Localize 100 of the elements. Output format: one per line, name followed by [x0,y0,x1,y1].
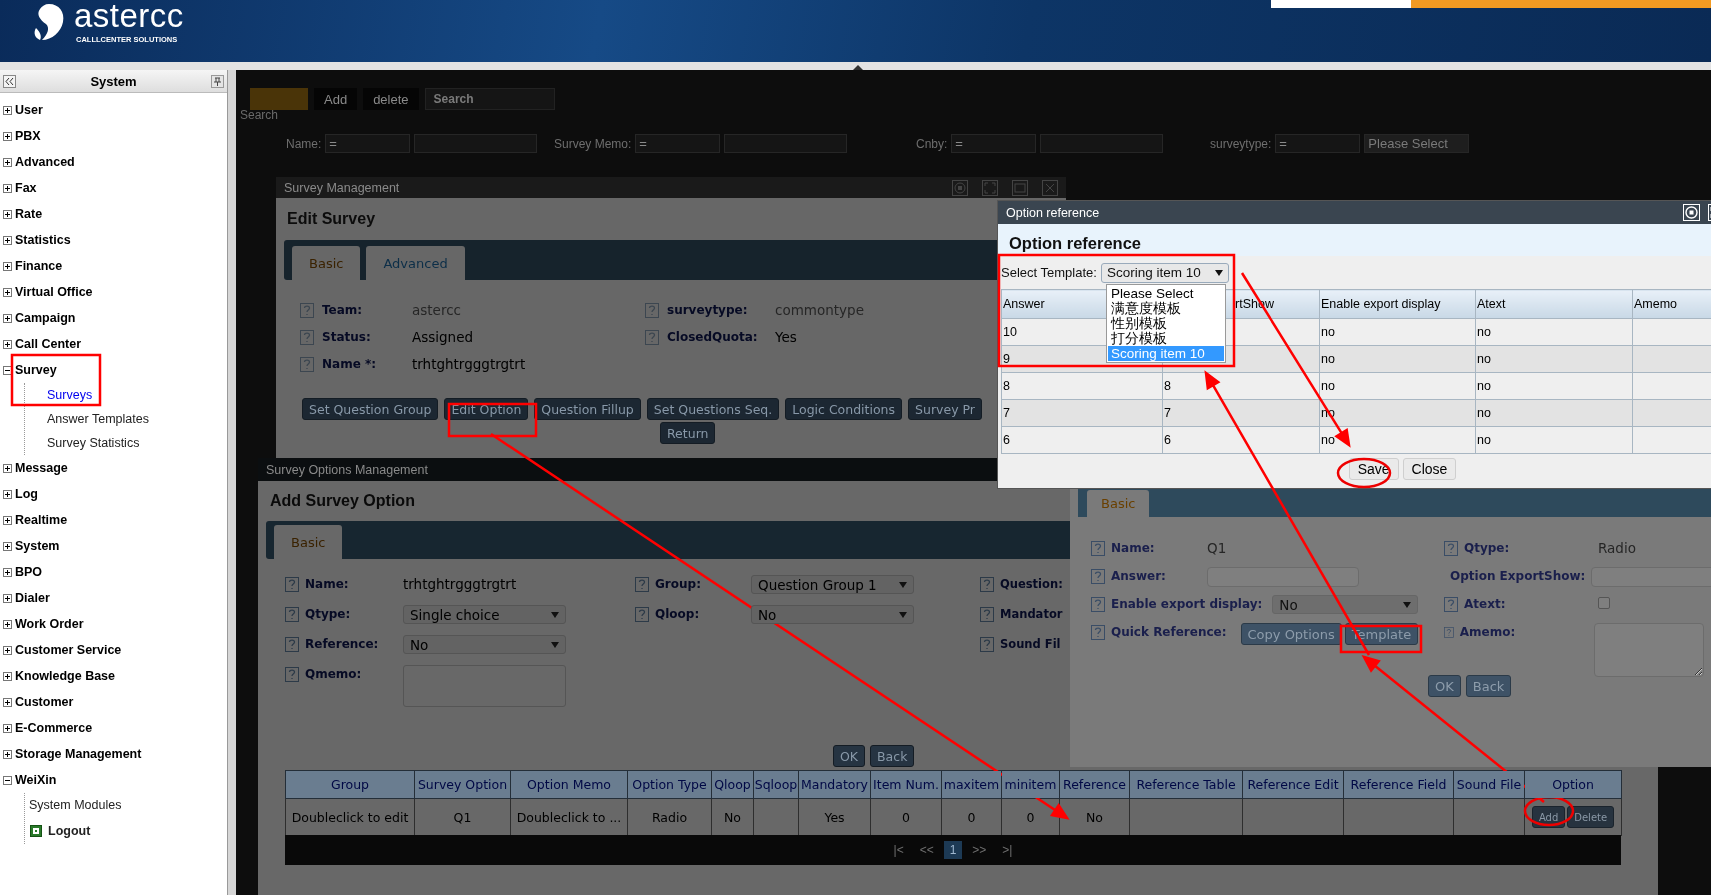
sidebar-subitem[interactable]: Surveys [47,388,93,402]
help-icon[interactable] [980,637,994,652]
maximize-icon[interactable] [982,179,998,196]
plus-icon[interactable] [3,645,12,655]
sidebar-item[interactable]: Knowledge Base [15,669,116,683]
collapse-icon[interactable] [3,74,16,88]
plus-icon[interactable] [3,593,12,603]
close-icon[interactable] [1042,179,1058,196]
help-icon[interactable] [635,577,649,592]
sidebar-item[interactable]: Survey [15,363,57,377]
action-button[interactable]: Set Questions Seq. [646,398,780,420]
memo-field[interactable] [1593,623,1704,677]
help-icon[interactable] [285,607,299,622]
plus-icon[interactable] [3,619,12,629]
plus-icon[interactable] [3,339,12,349]
select-field[interactable]: No [751,605,914,624]
plus-icon[interactable] [3,105,12,115]
plus-icon[interactable] [3,209,12,219]
help-icon[interactable] [1444,597,1458,612]
action-button[interactable]: Logic Conditions [785,398,903,420]
window-icon[interactable] [1012,179,1028,196]
sidebar-item[interactable]: PBX [15,129,41,143]
plus-icon[interactable] [3,183,12,193]
sidebar-subitem[interactable]: Logout [48,823,91,838]
sidebar-subitem[interactable]: Answer Templates [47,412,149,426]
plus-icon[interactable] [3,287,12,297]
row-action-button[interactable]: Delete [1567,806,1615,828]
operator-select[interactable]: = [635,134,721,153]
plus-icon[interactable] [3,235,12,245]
sidebar-item[interactable]: Customer [15,695,74,709]
plus-icon[interactable] [3,489,12,499]
minus-icon[interactable] [3,775,12,785]
plus-icon[interactable] [3,463,12,473]
help-icon[interactable] [1444,625,1454,640]
help-icon[interactable] [300,302,314,318]
sidebar-item[interactable]: Message [15,461,68,475]
help-icon[interactable] [645,302,659,318]
sidebar-item[interactable]: Rate [15,207,43,221]
sidebar-item[interactable]: Log [15,487,38,501]
sidebar-item[interactable]: Call Center [15,337,81,351]
sidebar-item[interactable]: Storage Management [15,747,142,761]
logout-icon[interactable] [30,824,42,837]
sidebar-item[interactable]: E-Commerce [15,721,93,735]
sidebar-item[interactable]: BPO [15,565,43,579]
pager-button[interactable]: 1 [943,841,963,859]
pin-icon[interactable] [211,74,224,88]
action-button[interactable]: Survey Pr [908,398,982,420]
plus-icon[interactable] [3,261,12,271]
pager-button[interactable]: |< [887,841,910,859]
filter-select[interactable] [1040,134,1164,153]
plus-icon[interactable] [3,515,12,525]
filter-select[interactable]: Please Select [1364,134,1470,153]
plus-icon[interactable] [3,671,12,681]
filter-select[interactable] [414,134,538,153]
help-icon[interactable] [1091,625,1105,640]
form-button[interactable]: Back [870,745,915,767]
help-icon[interactable] [1091,541,1105,556]
help-icon[interactable] [1091,569,1105,584]
operator-select[interactable]: = [1275,134,1361,153]
operator-select[interactable]: = [325,134,411,153]
search-select[interactable]: Search [424,88,555,110]
pager-button[interactable]: >> [966,841,993,859]
help-icon[interactable] [1444,541,1458,556]
sidebar-item[interactable]: Fax [15,181,37,195]
plus-icon[interactable] [3,723,12,733]
minus-icon[interactable] [3,365,12,375]
action-button[interactable]: Edit Option [444,398,529,420]
operator-select[interactable]: = [951,134,1037,153]
help-icon[interactable] [980,607,994,622]
form-button[interactable]: OK [833,745,866,767]
help-icon[interactable] [980,577,994,592]
sidebar-item[interactable]: User [15,103,43,117]
select-field[interactable]: Question Group 1 [751,575,914,594]
plus-icon[interactable] [3,313,12,323]
sidebar-item[interactable]: WeiXin [15,773,57,787]
sidebar-subitem[interactable]: Survey Statistics [47,436,140,450]
action-button[interactable]: Set Question Group [302,398,439,420]
plus-icon[interactable] [3,541,12,551]
sidebar-item[interactable]: Realtime [15,513,68,527]
help-icon[interactable] [285,637,299,652]
select-field[interactable]: Single choice [403,605,566,624]
action-button[interactable]: Question Fillup [534,398,641,420]
sidebar-subitem[interactable]: System Modules [29,798,122,812]
help-icon[interactable] [300,329,314,345]
sidebar-item[interactable]: Work Order [15,617,84,631]
checkbox[interactable] [1598,597,1610,609]
sidebar-item[interactable]: Finance [15,259,63,273]
help-icon[interactable] [1091,597,1105,612]
help-icon[interactable] [635,607,649,622]
sidebar-item[interactable]: System [15,539,60,553]
plus-icon[interactable] [3,131,12,141]
plus-icon[interactable] [3,567,12,577]
toolbar-button[interactable]: Add [314,88,358,110]
select-field[interactable]: No [1272,595,1419,614]
help-icon[interactable] [300,356,314,372]
dialog-button[interactable]: Close [1402,458,1457,480]
sidebar-item[interactable]: Virtual Office [15,285,93,299]
sidebar-item[interactable]: Dialer [15,591,50,605]
sidebar-item[interactable]: Statistics [15,233,71,247]
template-select[interactable]: Scoring item 10 [1100,262,1229,283]
